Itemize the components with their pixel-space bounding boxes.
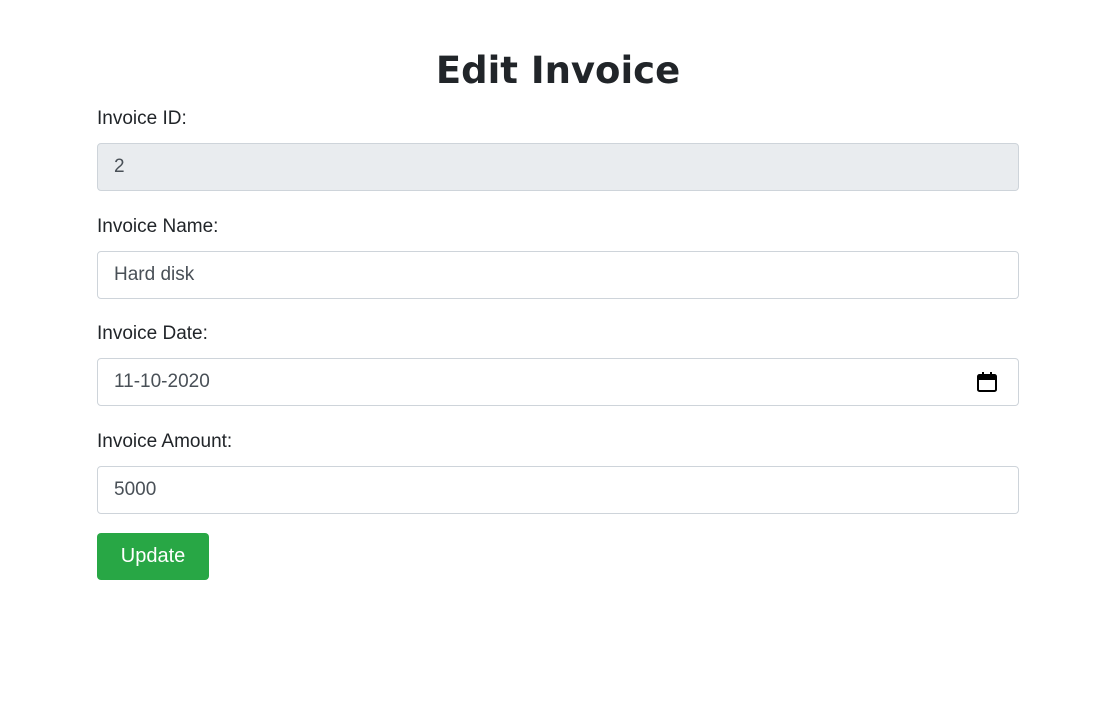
invoice-name-group: Invoice Name: Hard disk: [97, 215, 1019, 299]
invoice-amount-field[interactable]: 5000: [97, 466, 1019, 514]
page-title: Edit Invoice: [435, 49, 681, 92]
invoice-amount-label: Invoice Amount:: [97, 431, 233, 452]
invoice-date-value: 11-10-2020: [114, 371, 210, 392]
invoice-name-label: Invoice Name:: [97, 216, 219, 237]
invoice-id-field[interactable]: 2: [97, 143, 1019, 191]
invoice-date-group: Invoice Date: 11-10-2020: [97, 322, 1019, 406]
invoice-name-value: Hard disk: [114, 264, 195, 285]
invoice-id-group: Invoice ID: 2: [97, 107, 1019, 191]
invoice-name-field[interactable]: Hard disk: [97, 251, 1019, 299]
calendar-icon[interactable]: [976, 371, 998, 393]
invoice-id-value: 2: [114, 156, 125, 177]
invoice-amount-value: 5000: [114, 479, 157, 500]
invoice-id-label: Invoice ID:: [97, 108, 187, 129]
update-button[interactable]: Update: [97, 533, 209, 580]
invoice-amount-group: Invoice Amount: 5000: [97, 430, 1019, 514]
invoice-date-label: Invoice Date:: [97, 323, 208, 344]
invoice-date-field[interactable]: 11-10-2020: [97, 358, 1019, 406]
